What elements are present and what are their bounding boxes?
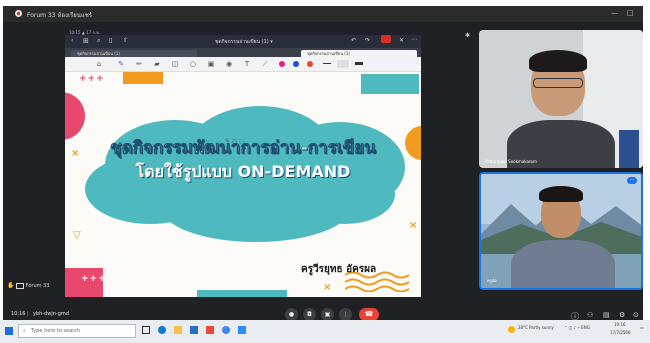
meeting-code: ybh-dwjn-gmd bbox=[33, 311, 69, 317]
taskbar-search-input[interactable]: ⌕ Type here to search bbox=[18, 324, 136, 338]
teal-bar-bottom-decoration bbox=[197, 290, 287, 297]
close-icon[interactable]: ✕ bbox=[399, 37, 404, 44]
tablet-app-toolbar: ‹ ⊞ ⌕ ▯ ⇧ ชุดกิจกรรมอ่านเขียน (1) ▾ ↶ ↷ … bbox=[65, 35, 421, 48]
windows-taskbar: ⌕ Type here to search 28°C Partly sunny … bbox=[0, 320, 650, 343]
meet-window: Forum 33 ห้องเรียนแชร์ — □ ✱ 10:15 ▲ 17 … bbox=[3, 6, 643, 338]
document-title[interactable]: ชุดกิจกรรมอ่านเขียน (1) ▾ bbox=[215, 38, 273, 46]
tab-right[interactable]: ชุดกิจกรรมอ่านเขียน (1) bbox=[301, 50, 417, 57]
x-mark-bottom: × bbox=[323, 282, 332, 293]
presenting-name: Forum 33 bbox=[25, 283, 50, 289]
meeting-separator: | bbox=[27, 311, 29, 317]
pin-icon[interactable]: ✱ bbox=[465, 32, 470, 39]
people-icon[interactable]: ⚇ bbox=[587, 311, 593, 319]
camera-icon[interactable]: ◉ bbox=[225, 60, 233, 68]
taskbar-search-icon: ⌕ bbox=[23, 328, 26, 334]
x-mark-left: × bbox=[71, 148, 80, 159]
share-icon[interactable]: ⇧ bbox=[123, 37, 128, 44]
participant-2-name: ครูต่อ bbox=[487, 278, 497, 283]
weather-icon bbox=[508, 326, 515, 333]
color-blue[interactable] bbox=[293, 61, 299, 67]
image-icon[interactable]: ▣ bbox=[207, 60, 215, 68]
color-pink[interactable] bbox=[279, 61, 285, 67]
shape-icon[interactable]: ○ bbox=[189, 60, 197, 68]
tab-left[interactable]: ชุดกิจกรรมอ่านเขียน (1) bbox=[71, 50, 197, 57]
store-icon[interactable] bbox=[190, 326, 198, 334]
screen-share-icon bbox=[16, 282, 25, 289]
slide-author: ครูวีรยุทธ อัครผล bbox=[301, 264, 377, 275]
grid-icon[interactable]: ⊞ bbox=[83, 37, 89, 45]
lock-icon[interactable]: ⊙ bbox=[633, 311, 639, 319]
search-icon[interactable]: ⌕ bbox=[97, 37, 100, 45]
meet-app-icon bbox=[15, 10, 22, 17]
text-icon[interactable]: T bbox=[243, 60, 251, 68]
teal-bar-decoration bbox=[361, 74, 419, 94]
slide-title-line2: โดยใช้รูปแบบ ON-DEMAND bbox=[135, 162, 351, 181]
slide-title-line1: ชุดกิจกรรมพัฒนาการอ่าน-การเขียน bbox=[110, 138, 376, 159]
stroke-medium[interactable] bbox=[337, 60, 349, 68]
activities-icon[interactable]: ⚙ bbox=[619, 311, 625, 319]
pencil-icon[interactable]: ✏ bbox=[135, 60, 143, 68]
color-red[interactable] bbox=[307, 61, 313, 67]
clock-time: 10:16 bbox=[614, 322, 626, 327]
stroke-thick[interactable] bbox=[355, 62, 363, 65]
bookmark-icon[interactable]: ▯ bbox=[109, 37, 112, 44]
highlighter-icon[interactable]: ▰ bbox=[153, 60, 161, 68]
office-icon[interactable] bbox=[206, 326, 214, 334]
lasso-icon[interactable]: ⌂ bbox=[95, 60, 103, 68]
undo-icon[interactable]: ↶ bbox=[351, 37, 356, 44]
orange-circle-decoration bbox=[405, 126, 421, 160]
orange-bar-decoration bbox=[123, 72, 163, 84]
pen-icon[interactable]: ✎ bbox=[117, 60, 125, 68]
more-options-icon[interactable]: ⋯ bbox=[627, 177, 637, 184]
participant-tile-2[interactable]: ⋯ ครูต่อ bbox=[479, 172, 643, 290]
stroke-thin[interactable] bbox=[323, 63, 331, 64]
back-icon[interactable]: ‹ bbox=[71, 37, 73, 44]
pink-semicircle-decoration bbox=[65, 92, 85, 140]
task-view-icon[interactable] bbox=[142, 326, 150, 334]
drawing-tools: ⌂ ✎ ✏ ▰ ◫ ○ ▣ ◉ T ⟋ bbox=[65, 57, 421, 72]
presenting-label: ✋ Forum 33 bbox=[7, 282, 49, 289]
x-mark-right: × bbox=[409, 220, 418, 231]
weather-text: 28°C Partly sunny bbox=[518, 325, 554, 330]
start-icon[interactable] bbox=[5, 327, 13, 335]
zoom-icon[interactable] bbox=[238, 326, 246, 334]
clock-date: 17/7/2566 bbox=[610, 330, 631, 335]
chair-back bbox=[619, 130, 639, 168]
record-icon[interactable] bbox=[381, 35, 391, 43]
chrome-icon[interactable] bbox=[222, 326, 230, 334]
participant-tile-1[interactable]: Pattarapon Sookmakarom bbox=[479, 30, 643, 168]
window-titlebar: Forum 33 ห้องเรียนแชร์ — □ bbox=[3, 6, 643, 22]
maximize-icon[interactable]: □ bbox=[627, 9, 634, 17]
document-tabs: ชุดกิจกรรมอ่านเขียน (1) ชุดกิจกรรมอ่านเข… bbox=[65, 48, 421, 57]
tray-icons[interactable]: ⌃ ◫ ♪ ⌁ ENG bbox=[564, 325, 590, 330]
plus-decoration-bottom: +++ bbox=[81, 274, 107, 284]
laser-icon[interactable]: ⟋ bbox=[261, 60, 269, 68]
notification-icon[interactable]: ▭ bbox=[640, 325, 644, 330]
chat-icon[interactable]: ▤ bbox=[603, 311, 610, 319]
edge-icon[interactable] bbox=[158, 326, 166, 334]
more-icon[interactable]: ⋯ bbox=[411, 36, 417, 43]
window-title: Forum 33 ห้องเรียนแชร์ bbox=[27, 12, 93, 19]
redo-icon[interactable]: ↷ bbox=[365, 37, 370, 44]
minimize-icon[interactable]: — bbox=[611, 9, 618, 17]
plus-decoration-top: +++ bbox=[79, 74, 105, 84]
shared-screen: 10:15 ▲ 17 ก.ค. ‹ ⊞ ⌕ ▯ ⇧ ชุดกิจกรรมอ่าน… bbox=[65, 29, 421, 297]
hand-icon: ✋ bbox=[7, 282, 15, 289]
slide-canvas: +++ × × × ▽ +++ ✎ ○ ◌ ชุดกิจกรรมพัฒนาการ… bbox=[65, 72, 421, 297]
participant-1-name: Pattarapon Sookmakarom bbox=[485, 159, 537, 164]
file-explorer-icon[interactable] bbox=[174, 326, 182, 334]
taskbar-search-placeholder: Type here to search bbox=[31, 328, 81, 334]
triangle-decoration: ▽ bbox=[73, 230, 81, 241]
meeting-time: 10:16 bbox=[11, 311, 26, 317]
eraser-icon[interactable]: ◫ bbox=[171, 60, 179, 68]
